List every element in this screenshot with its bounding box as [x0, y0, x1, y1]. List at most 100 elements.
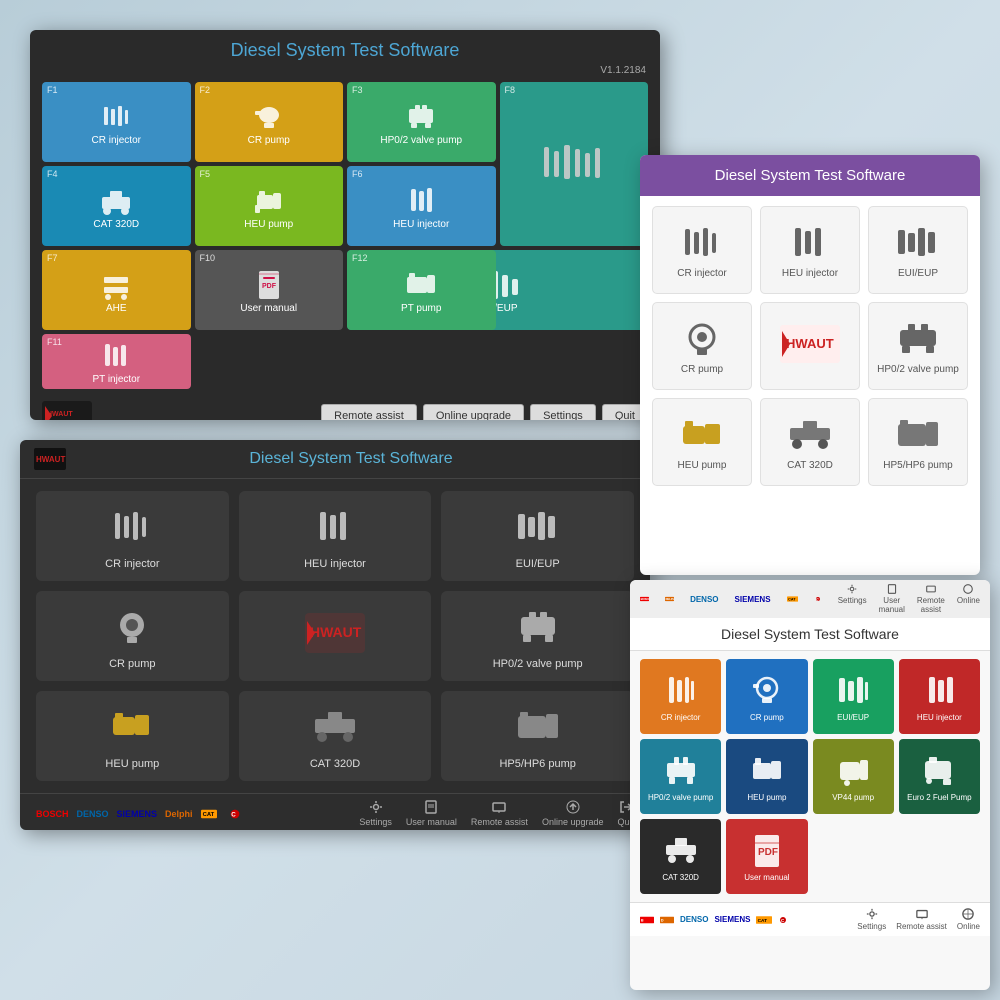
tile-pt-pump-label: PT pump — [401, 303, 441, 314]
card2-euieup[interactable]: EUI/EUP — [441, 491, 634, 581]
ctile-user-manual[interactable]: PDF User manual — [726, 819, 807, 894]
footer-user-manual[interactable]: User manual — [406, 800, 457, 827]
w4-remoteassist-action[interactable]: Remote assist — [917, 584, 945, 614]
w4-usermanual-label: User manual — [879, 596, 905, 614]
w4-footer-settings-icon — [866, 908, 878, 920]
ctile-euieup-icon — [835, 673, 871, 709]
footer-settings[interactable]: Settings — [359, 800, 392, 827]
card3-cat320d-label: CAT 320D — [787, 460, 833, 471]
window4-colorful-grid: CR injector CR pump EUI/EUP — [630, 651, 990, 902]
w4-footer-online[interactable]: Online — [957, 908, 980, 931]
hwaut-logo-icon: HWAUT HWAUT — [42, 401, 92, 420]
ctile-heu-pump[interactable]: HEU pump — [726, 739, 807, 814]
tile-user-manual[interactable]: F10 PDF User manual — [195, 250, 344, 330]
ctile-cr-pump-icon — [749, 673, 785, 709]
card3-cr-injector-icon — [678, 224, 726, 262]
ctile-vp44-pump[interactable]: VP44 pump — [813, 739, 894, 814]
tile-pt-injector[interactable]: F11 PT injector — [42, 334, 191, 389]
window2-footer: BOSCH DENSO SIEMENS Delphi CAT C Setting… — [20, 793, 650, 830]
tile-pt-injector-label: PT injector — [92, 374, 140, 385]
tile-pt-pump[interactable]: F12 PT pump — [347, 250, 496, 330]
window4-top-bar: BOSCH DELPHI DENSO SIEMENS CAT C Setting… — [630, 580, 990, 618]
tile-cr-pump[interactable]: F2 CR pump — [195, 82, 344, 162]
footer-online-upgrade[interactable]: Online upgrade — [542, 800, 604, 827]
svg-text:CAT: CAT — [758, 918, 768, 924]
fkey-f4: F4 — [47, 169, 58, 179]
tile-cr-injector[interactable]: F1 CR injector — [42, 82, 191, 162]
tile-cat320d[interactable]: F4 CAT 320D — [42, 166, 191, 246]
brand-delphi: Delphi — [165, 809, 193, 819]
ctile-cat320d[interactable]: CAT 320D — [640, 819, 721, 894]
card3-hp5hp6-label: HP5/HP6 pump — [883, 460, 952, 471]
w4-online-action[interactable]: Online — [957, 584, 980, 614]
ctile-euro2-pump[interactable]: Euro 2 Fuel Pump — [899, 739, 980, 814]
card3-heu-pump-icon — [678, 416, 726, 454]
w4-usermanual-icon — [887, 584, 897, 594]
f8-injectors-icon — [539, 139, 609, 189]
tile-hp-valve[interactable]: F3 HP0/2 valve pump — [347, 82, 496, 162]
window4-top-actions: Settings User manual Remote assist Onlin… — [838, 584, 980, 614]
footer-remote-assist-label: Remote assist — [471, 817, 528, 827]
ctile-cr-injector-icon — [663, 673, 699, 709]
card3-hp5hp6[interactable]: HP5/HP6 pump — [868, 398, 968, 486]
ctile-euieup[interactable]: EUI/EUP — [813, 659, 894, 734]
ctile-vp44-icon — [835, 753, 871, 789]
ctile-heu-injector[interactable]: HEU injector — [899, 659, 980, 734]
card2-cat320d[interactable]: CAT 320D — [239, 691, 432, 781]
ctile-cr-injector[interactable]: CR injector — [640, 659, 721, 734]
card2-hwaut[interactable]: HWAUT — [239, 591, 432, 681]
fkey-f2: F2 — [200, 85, 211, 95]
ahe-icon — [96, 267, 136, 303]
online-upgrade-button[interactable]: Online upgrade — [423, 404, 524, 420]
w4-footer-remote[interactable]: Remote assist — [896, 908, 947, 931]
card3-euieup-label: EUI/EUP — [898, 268, 938, 279]
w4-siemens-brand: SIEMENS — [735, 595, 771, 604]
w4-footer-online-icon — [962, 908, 974, 920]
card3-hwaut[interactable]: HWAUT — [760, 302, 860, 390]
tile-heu-pump[interactable]: F5 HEU pump — [195, 166, 344, 246]
card2-cr-pump-label: CR pump — [109, 658, 155, 670]
cummins-logo-icon: C — [225, 809, 245, 819]
card3-heu-injector[interactable]: HEU injector — [760, 206, 860, 294]
w4-usermanual-action[interactable]: User manual — [879, 584, 905, 614]
card3-hp-valve[interactable]: HP0/2 valve pump — [868, 302, 968, 390]
tile-ahe[interactable]: F7 AHE — [42, 250, 191, 330]
card3-euieup[interactable]: EUI/EUP — [868, 206, 968, 294]
card3-heu-pump[interactable]: HEU pump — [652, 398, 752, 486]
card3-hp-valve-icon — [894, 320, 942, 358]
w4-footer-cat: CAT — [756, 916, 772, 924]
brand-logos: BOSCH DENSO SIEMENS Delphi CAT C — [36, 809, 245, 819]
w4-settings-action[interactable]: Settings — [838, 584, 867, 614]
footer-remote-assist[interactable]: Remote assist — [471, 800, 528, 827]
settings-button[interactable]: Settings — [530, 404, 596, 420]
fkey-f12: F12 — [352, 253, 368, 263]
card2-cr-pump[interactable]: CR pump — [36, 591, 229, 681]
ctile-hp-valve[interactable]: HP0/2 valve pump — [640, 739, 721, 814]
card3-hp-valve-label: HP0/2 valve pump — [877, 364, 959, 375]
window1-title: Diesel System Test Software — [30, 30, 660, 65]
card3-cr-pump[interactable]: CR pump — [652, 302, 752, 390]
tile-cat320d-label: CAT 320D — [93, 219, 139, 230]
card2-cr-injector[interactable]: CR injector — [36, 491, 229, 581]
ctile-cr-pump-label: CR pump — [750, 713, 784, 723]
heu-pump-icon — [249, 183, 289, 219]
card2-hp-valve[interactable]: HP0/2 valve pump — [441, 591, 634, 681]
card2-heu-pump[interactable]: HEU pump — [36, 691, 229, 781]
w4-online-label: Online — [957, 596, 980, 605]
svg-text:C: C — [231, 811, 236, 818]
ctile-heu-injector-label: HEU injector — [917, 713, 962, 723]
ctile-cr-pump[interactable]: CR pump — [726, 659, 807, 734]
ctile-heu-pump-label: HEU pump — [747, 793, 786, 803]
card3-cat320d[interactable]: CAT 320D — [760, 398, 860, 486]
tile-heu-injector[interactable]: F6 HEU injector — [347, 166, 496, 246]
card3-cr-injector[interactable]: CR injector — [652, 206, 752, 294]
remote-assist-button[interactable]: Remote assist — [321, 404, 417, 420]
w4-cummins-logo: C — [814, 594, 822, 604]
fkey-f10: F10 — [200, 253, 216, 263]
tile-f8[interactable]: F8 — [500, 82, 649, 246]
w4-bosch-logo: BOSCH — [640, 594, 649, 604]
window2-main: HWAUT Diesel System Test Software CR inj… — [20, 440, 650, 830]
w4-footer-settings[interactable]: Settings — [857, 908, 886, 931]
card2-heu-injector[interactable]: HEU injector — [239, 491, 432, 581]
card2-hp5hp6[interactable]: HP5/HP6 pump — [441, 691, 634, 781]
